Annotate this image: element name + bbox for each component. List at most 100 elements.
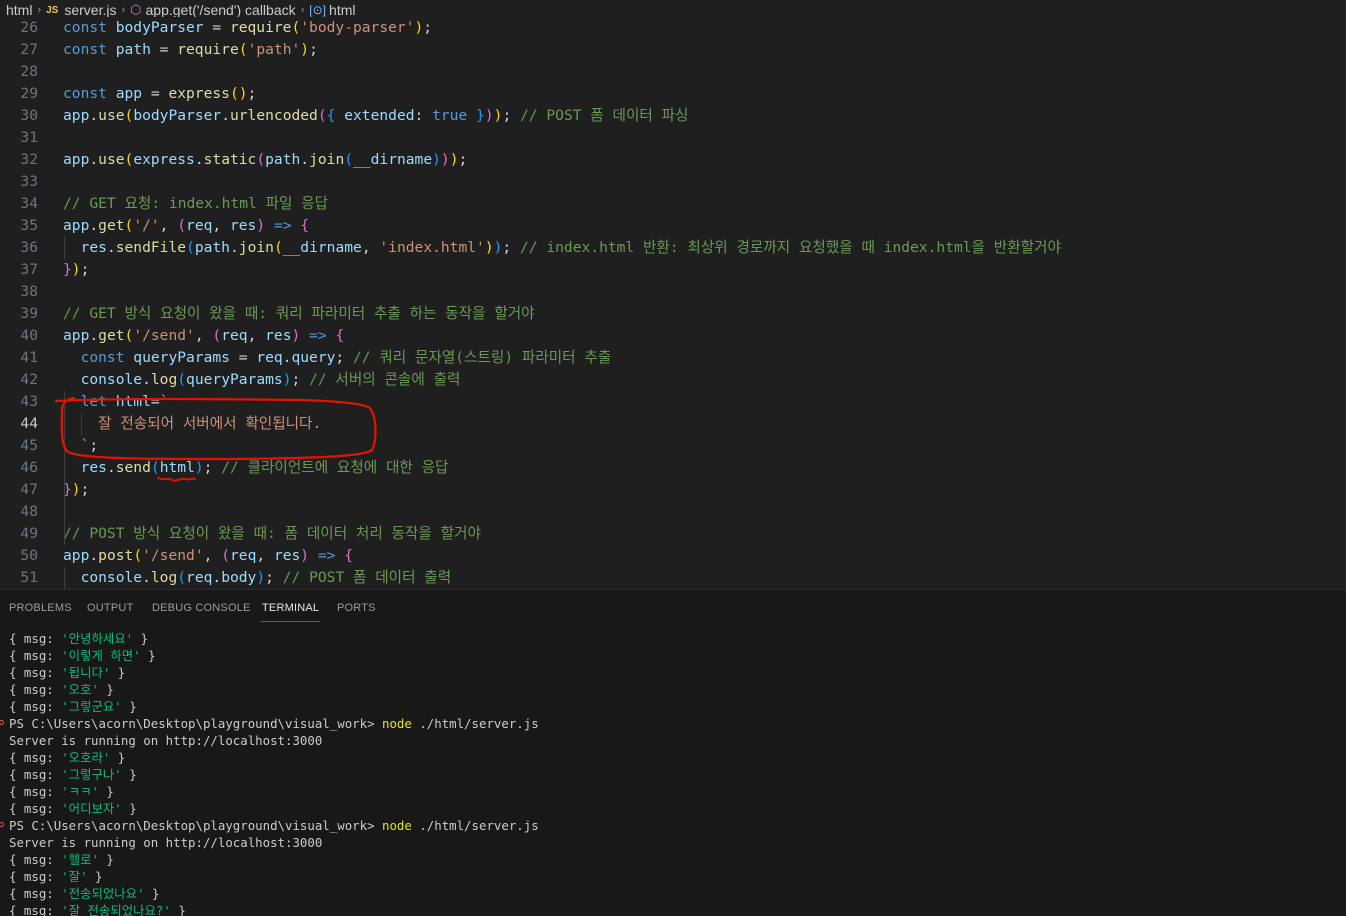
code-token: ) <box>71 261 81 278</box>
code-token: join <box>238 239 274 256</box>
terminal-text: { msg: <box>9 886 62 901</box>
code-token: { <box>335 327 345 344</box>
code-token: res <box>80 239 107 256</box>
code-token: // 쿼리 문자열(스트링) 파라미터 추출 <box>352 349 612 366</box>
code-token: = <box>229 349 257 366</box>
code-token: ; <box>89 437 99 454</box>
code-line[interactable]: 34 // GET 요청: index.html 파일 응답 <box>0 193 1346 215</box>
code-line[interactable]: 44 잘 전송되어 서버에서 확인됩니다. <box>0 413 1346 435</box>
code-token: ) <box>194 459 204 476</box>
code-line[interactable]: 51 console.log(req.body); // POST 폼 데이터 … <box>0 567 1346 589</box>
code-text: res.send(html); // 클라이언트에 요청에 대한 응답 <box>63 457 449 479</box>
terminal-line: { msg: 'ㅋㅋ' } <box>9 783 114 800</box>
panel-tab-problems[interactable]: PROBLEMS <box>9 602 72 614</box>
code-line[interactable]: 46 res.send(html); // 클라이언트에 요청에 대한 응답 <box>0 457 1346 479</box>
code-line[interactable]: 37}); <box>0 259 1346 281</box>
code-line[interactable]: 42 console.log(queryParams); // 서버의 콘솔에 … <box>0 369 1346 391</box>
code-token: . <box>89 327 99 344</box>
terminal-text: '오호라' <box>61 750 111 765</box>
terminal-text: } <box>110 665 126 680</box>
panel-tab-output[interactable]: OUTPUT <box>87 602 133 614</box>
code-text: // GET 방식 요청이 왔을 때: 쿼리 파라미터 추출 하는 동작을 할거… <box>63 303 535 325</box>
terminal-line: PS C:\Users\acorn\Desktop\playground\vis… <box>0 715 539 732</box>
code-token: , <box>361 239 380 256</box>
code-token: ) <box>440 151 450 168</box>
bottom-panel: PROBLEMS OUTPUT DEBUG CONSOLE TERMINAL PORTS… <box>0 589 1346 916</box>
code-line[interactable]: 33 <box>0 171 1346 193</box>
code-token: bodyParser <box>115 19 204 36</box>
code-token: . <box>212 569 222 586</box>
indent-guide <box>64 391 65 545</box>
code-token: let <box>80 393 116 410</box>
code-line[interactable]: 38 <box>0 281 1346 303</box>
command-status-icon[interactable] <box>0 822 4 827</box>
code-token: ; <box>458 151 468 168</box>
code-line[interactable]: 26 const bodyParser = require('body-parse… <box>0 17 1346 39</box>
breadcrumb-item[interactable]: html <box>6 2 32 18</box>
code-line[interactable]: 35 app.get('/', (req, res) => { <box>0 215 1346 237</box>
terminal-text: '그렇구나' <box>61 767 122 782</box>
code-token: 'index.html' <box>379 239 485 256</box>
code-token: => <box>273 217 292 234</box>
code-line[interactable]: 39 // GET 방식 요청이 왔을 때: 쿼리 파라미터 추출 하는 동작을 … <box>0 303 1346 325</box>
code-token: urlencoded <box>229 107 318 124</box>
panel-tab-terminal[interactable]: TERMINAL <box>260 602 321 622</box>
code-line[interactable]: 47}); <box>0 479 1346 501</box>
panel-tab-debug-console[interactable]: DEBUG CONSOLE <box>152 602 251 614</box>
code-token: ; <box>203 459 222 476</box>
code-line[interactable]: 28 <box>0 61 1346 83</box>
code-line[interactable]: 43 let html=` <box>0 391 1346 413</box>
code-token: ) <box>432 151 441 168</box>
code-token: send <box>115 459 151 476</box>
code-line[interactable]: 30 app.use(bodyParser.urlencoded({ extend… <box>0 105 1346 127</box>
panel-tab-ports[interactable]: PORTS <box>337 602 376 614</box>
code-text: `; <box>63 435 99 457</box>
code-line[interactable]: 31 <box>0 127 1346 149</box>
code-line[interactable]: 27 const path = require('path'); <box>0 39 1346 61</box>
code-token: // 서버의 콘솔에 출력 <box>309 371 461 388</box>
terminal[interactable]: { msg: '안녕하세요' }{ msg: '이렇게 하면' }{ msg: … <box>0 630 1346 916</box>
code-token: queryParams <box>186 371 283 388</box>
code-token: // POST 폼 데이터 출력 <box>282 569 452 586</box>
code-line[interactable]: 36 res.sendFile(path.join(__dirname, 'in… <box>0 237 1346 259</box>
code-line[interactable]: 32 app.use(express.static(path.join(__dir… <box>0 149 1346 171</box>
code-line[interactable]: 48 <box>0 501 1346 523</box>
terminal-line: { msg: '오호' } <box>9 681 114 698</box>
terminal-line: { msg: '안녕하세요' } <box>9 630 148 647</box>
code-text: const app = express(); <box>63 83 256 105</box>
code-line[interactable]: 29 const app = express(); <box>0 83 1346 105</box>
code-token: bodyParser <box>133 107 222 124</box>
code-token: ( <box>291 19 301 36</box>
code-token: ; <box>265 569 283 586</box>
terminal-text: { msg: <box>9 767 62 782</box>
code-line[interactable]: 45 `; <box>0 435 1346 457</box>
code-token: . <box>89 107 99 124</box>
breadcrumb-item[interactable]: [⊙] html <box>309 2 355 18</box>
code-token: log <box>150 569 178 586</box>
breadcrumb-item[interactable]: JS server.js <box>46 2 116 18</box>
command-status-icon[interactable] <box>0 720 4 725</box>
code-token: query <box>291 349 336 366</box>
code-token: const <box>63 85 116 102</box>
code-line[interactable]: 40 app.get('/send', (req, res) => { <box>0 325 1346 347</box>
code-token: = <box>142 85 169 102</box>
terminal-text: } <box>140 648 156 663</box>
breadcrumb-item[interactable]: ⬡ app.get('/send') callback <box>130 2 295 18</box>
code-text: const path = require('path'); <box>63 39 318 61</box>
code-token: => <box>317 547 336 564</box>
code-token: ` <box>159 393 169 410</box>
code-token: . <box>89 151 99 168</box>
code-line[interactable]: 50 app.post('/send', (req, res) => { <box>0 545 1346 567</box>
code-editor[interactable]: 26 const bodyParser = require('body-parse… <box>0 17 1346 589</box>
code-token: app <box>63 547 90 564</box>
code-token: . <box>106 239 116 256</box>
code-line[interactable]: 49 // POST 방식 요청이 왔을 때: 폼 데이터 처리 동작을 할거야 <box>0 523 1346 545</box>
code-token: path <box>194 239 230 256</box>
code-token: ; <box>502 107 521 124</box>
code-line[interactable]: 41 const queryParams = req.query; // 쿼리 … <box>0 347 1346 369</box>
